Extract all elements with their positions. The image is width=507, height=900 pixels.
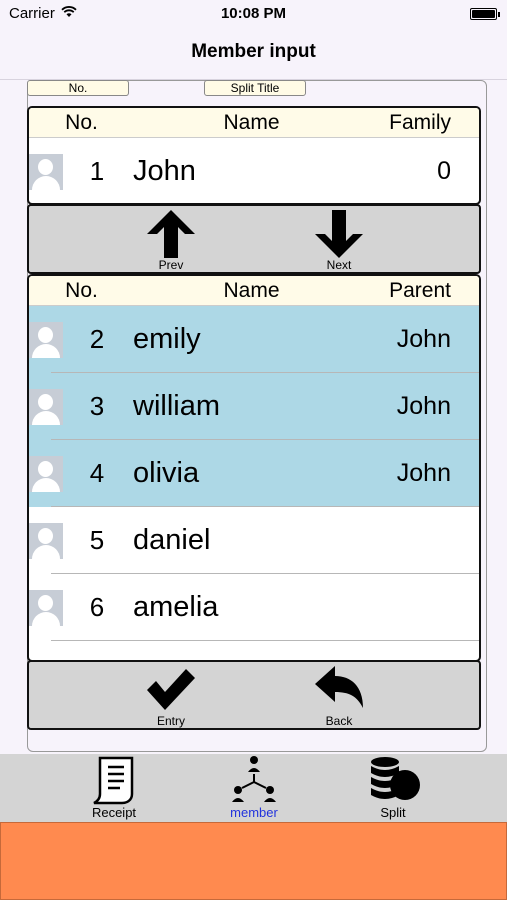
parent-table-header: No. Name Family	[29, 108, 479, 138]
child-table-header: No. Name Parent	[29, 276, 479, 306]
member-number: 1	[89, 156, 105, 186]
member-name: John	[133, 155, 196, 187]
member-name: olivia	[133, 457, 200, 489]
next-button[interactable]: Next	[299, 206, 379, 272]
split-database-icon	[371, 757, 420, 800]
navigation-bar: Member input	[0, 28, 507, 80]
child-member-table: No. Name Parent 2 emily John 3 william John 4 o…	[27, 274, 481, 662]
member-family: 0	[437, 157, 451, 185]
page-title: Member input	[191, 41, 316, 62]
header-no: No.	[65, 110, 98, 134]
tab-member[interactable]: member	[204, 754, 304, 822]
member-number: 6	[89, 592, 105, 622]
entry-button[interactable]: Entry	[131, 662, 211, 728]
checkmark-icon	[147, 669, 195, 710]
member-number: 4	[89, 458, 105, 488]
member-parent: John	[396, 459, 451, 487]
child-table-row[interactable]: 4 olivia John	[29, 440, 479, 507]
navigation-toolbar: Prev Next	[27, 204, 481, 274]
parent-member-table: No. Name Family 1 John 0	[27, 106, 481, 205]
member-number: 3	[89, 391, 105, 421]
member-number: 5	[89, 525, 105, 555]
child-table-row[interactable]: 6 amelia	[29, 574, 479, 641]
child-table-row[interactable]: 2 emily John	[29, 306, 479, 373]
tab-split-label: Split	[380, 805, 406, 820]
avatar	[29, 523, 63, 559]
header-parent: Parent	[389, 278, 451, 302]
child-table-row[interactable]: 5 daniel	[29, 507, 479, 574]
child-table-body: 2 emily John 3 william John 4 olivia John 5 daniel…	[29, 306, 479, 641]
avatar	[29, 154, 63, 190]
bottom-banner	[0, 822, 507, 900]
arrow-down-icon	[315, 210, 363, 258]
avatar	[29, 590, 63, 626]
header-family: Family	[389, 110, 451, 134]
battery-icon	[470, 8, 500, 20]
parent-row[interactable]: 1 John 0	[29, 138, 479, 203]
form-tab-split-title: Split Title	[204, 80, 306, 96]
avatar	[29, 322, 63, 358]
tab-receipt[interactable]: Receipt	[64, 754, 164, 822]
member-number: 2	[89, 324, 105, 354]
header-no: No.	[65, 278, 98, 302]
form-tab-no: No.	[27, 80, 129, 96]
arrow-up-icon	[147, 210, 195, 258]
row-divider	[51, 640, 479, 641]
header-name: Name	[223, 278, 280, 302]
member-name: william	[133, 390, 220, 422]
receipt-icon	[93, 756, 134, 805]
back-button[interactable]: Back	[299, 662, 379, 728]
avatar	[29, 389, 63, 425]
member-name: amelia	[133, 591, 219, 623]
member-name: emily	[133, 323, 201, 355]
reply-arrow-icon	[315, 666, 363, 708]
tab-receipt-label: Receipt	[91, 805, 137, 820]
entry-label: Entry	[156, 714, 185, 728]
member-name: daniel	[133, 524, 211, 556]
avatar	[29, 456, 63, 492]
prev-button[interactable]: Prev	[131, 206, 211, 272]
member-parent: John	[396, 392, 451, 420]
tab-bar: Receipt member Split	[0, 754, 507, 822]
member-tree-icon	[232, 756, 276, 802]
prev-label: Prev	[158, 258, 184, 272]
status-bar: Carrier 10:08 PM	[0, 0, 507, 28]
child-table-row[interactable]: 3 william John	[29, 373, 479, 440]
back-label: Back	[325, 714, 353, 728]
header-name: Name	[223, 110, 280, 134]
tab-split[interactable]: Split	[343, 754, 443, 822]
tab-member-label: member	[230, 805, 278, 820]
next-label: Next	[326, 258, 352, 272]
member-parent: John	[396, 325, 451, 353]
status-time: 10:08 PM	[220, 5, 287, 22]
action-toolbar: Entry Back	[27, 660, 481, 730]
